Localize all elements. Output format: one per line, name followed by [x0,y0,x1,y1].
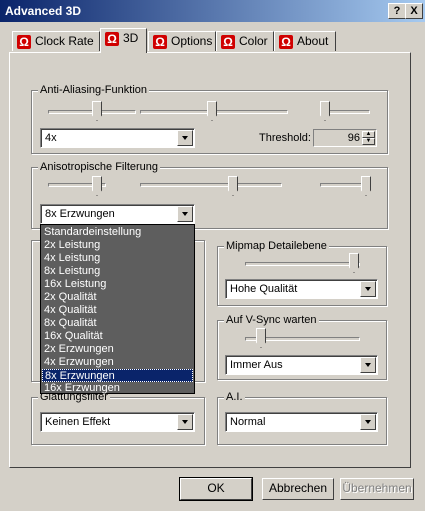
dropdown-option[interactable]: 2x Leistung [42,239,193,252]
tab-about[interactable]: Ω About [274,31,336,51]
chevron-down-icon[interactable] [360,357,376,373]
threshold-value: 96 [347,132,360,144]
chevron-down-icon[interactable] [177,414,193,430]
vsync-value: Immer Aus [230,359,283,371]
chevron-down-icon[interactable] [360,281,376,297]
dropdown-option[interactable]: 16x Qualität [42,330,193,343]
close-button[interactable]: X [405,3,423,19]
spin-up-icon[interactable]: ▲ [362,131,375,138]
window-title: Advanced 3D [5,4,82,18]
omega-icon: Ω [221,34,235,49]
ai-select[interactable]: Normal [225,412,378,432]
tab-label: About [297,34,329,48]
dropdown-option[interactable]: 4x Qualität [42,304,193,317]
mipmap-slider-track [245,262,360,266]
aa-mode-select[interactable]: 4x [40,128,195,148]
apply-button[interactable]: Übernehmen [340,478,414,500]
mipmap-select[interactable]: Hohe Qualität [225,279,378,299]
anti-aliasing-label: Anti-Aliasing-Funktion [38,84,149,96]
tab-3d[interactable]: Ω 3D [100,28,147,53]
aniso-dropdown-list[interactable]: Standardeinstellung 2x Leistung 4x Leist… [40,224,195,394]
smoothing-value: Keinen Effekt [45,416,111,428]
chevron-down-icon[interactable] [177,206,193,222]
mipmap-label: Mipmap Detailebene [224,240,329,252]
tab-options[interactable]: Ω Options [148,31,216,51]
dropdown-option[interactable]: 16x Leistung [42,278,193,291]
aniso-mode-select[interactable]: 8x Erzwungen [40,204,195,224]
dropdown-option[interactable]: Standardeinstellung [42,226,193,239]
threshold-label: Threshold: [259,132,311,144]
dropdown-option[interactable]: 2x Erzwungen [42,343,193,356]
threshold-spinner[interactable]: 96 ▲ ▼ [313,129,377,147]
aniso-mode-value: 8x Erzwungen [45,208,115,220]
dropdown-option-selected[interactable]: 8x Erzwungen [42,369,193,382]
omega-icon: Ω [153,34,167,49]
chevron-down-icon[interactable] [360,414,376,430]
tab-label: 3D [123,31,139,45]
dropdown-option[interactable]: 2x Qualität [42,291,193,304]
help-button[interactable]: ? [388,3,406,19]
ai-label: A.I. [224,391,245,403]
tab-label: Clock Rate [35,34,94,48]
dropdown-option[interactable]: 8x Leistung [42,265,193,278]
omega-icon: Ω [279,34,293,49]
aa-mode-value: 4x [45,132,57,144]
vsync-label: Auf V-Sync warten [224,314,319,326]
aniso-slider-2-track [140,183,282,187]
tab-label: Color [239,34,268,48]
smoothing-select[interactable]: Keinen Effekt [40,412,195,432]
spin-down-icon[interactable]: ▼ [362,138,375,145]
anisotropic-label: Anisotropische Filterung [38,161,161,173]
omega-icon: Ω [105,31,119,46]
tab-label: Options [171,34,213,48]
chevron-down-icon[interactable] [177,130,193,146]
tab-clock-rate[interactable]: Ω Clock Rate [12,31,100,51]
dropdown-option[interactable]: 8x Qualität [42,317,193,330]
vsync-select[interactable]: Immer Aus [225,355,378,375]
dropdown-option[interactable]: 16x Erzwungen [42,382,193,395]
ai-value: Normal [230,416,266,428]
ok-button[interactable]: OK [179,477,253,501]
mipmap-value: Hohe Qualität [230,283,298,295]
omega-icon: Ω [17,34,31,49]
cancel-button[interactable]: Abbrechen [262,478,334,500]
dropdown-option[interactable]: 4x Erzwungen [42,356,193,369]
tab-color[interactable]: Ω Color [216,31,274,51]
dropdown-option[interactable]: 4x Leistung [42,252,193,265]
